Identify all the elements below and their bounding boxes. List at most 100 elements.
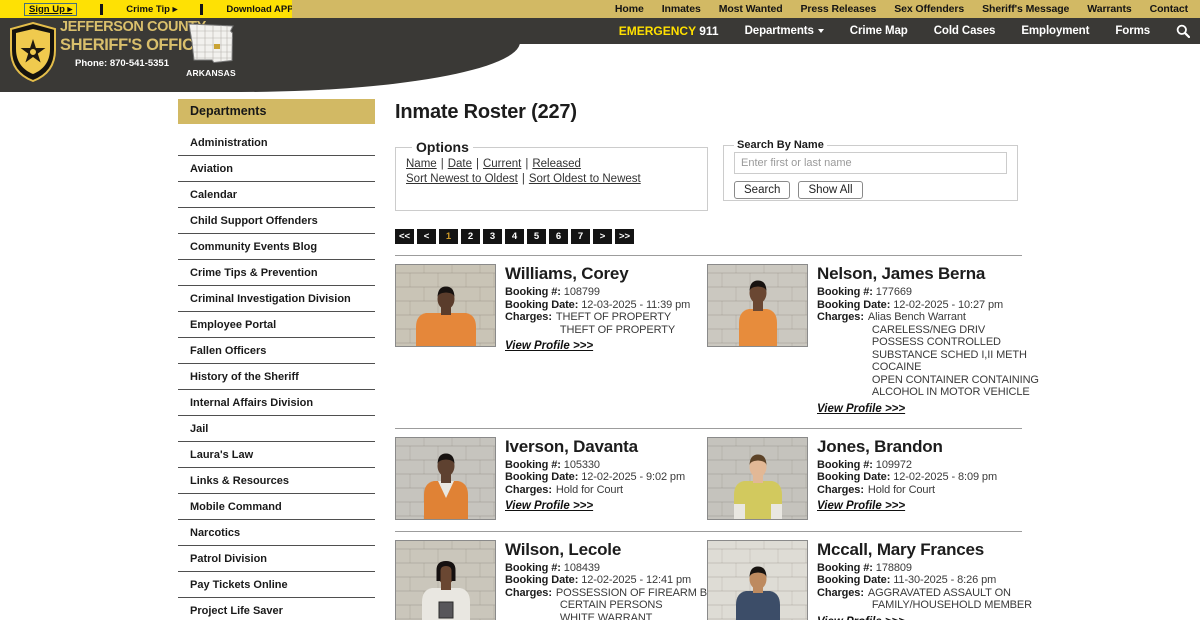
- topnav-most-wanted[interactable]: Most Wanted: [719, 3, 783, 15]
- sidebar-item-child-support-offenders[interactable]: Child Support Offenders: [178, 208, 375, 234]
- page-button-[interactable]: <: [417, 229, 436, 244]
- sidebar-item-jail[interactable]: Jail: [178, 416, 375, 442]
- page-button-1[interactable]: 1: [439, 229, 458, 244]
- sidebar-item-history-of-the-sheriff[interactable]: History of the Sheriff: [178, 364, 375, 390]
- view-profile-link[interactable]: View Profile >>>: [505, 340, 593, 352]
- sidebar-item-employee-portal[interactable]: Employee Portal: [178, 312, 375, 338]
- charge-item: CARELESS/NEG DRIV: [871, 323, 986, 336]
- sidebar-item-laura-s-law[interactable]: Laura's Law: [178, 442, 375, 468]
- inmate-card: Wilson, Lecole Booking #: 108439 Booking D…: [395, 539, 714, 620]
- view-profile-link[interactable]: View Profile >>>: [817, 403, 905, 415]
- booking-number-line: Booking #: 109972: [817, 458, 912, 471]
- nav-forms[interactable]: Forms: [1115, 25, 1150, 37]
- mugshot-image[interactable]: [707, 436, 808, 530]
- separator: |: [521, 173, 525, 185]
- search-icon[interactable]: [1176, 24, 1190, 38]
- booking-number-label: Booking #:: [505, 561, 561, 574]
- sidebar-items: Administration Aviation Calendar Child Supp…: [178, 130, 375, 620]
- option-link-released[interactable]: Released: [532, 158, 581, 170]
- sidebar-item-criminal-investigation-division[interactable]: Criminal Investigation Division: [178, 286, 375, 312]
- sign-up-link[interactable]: Sign Up ▸: [24, 2, 78, 16]
- separator: [100, 3, 104, 15]
- inmate-card: Iverson, Davanta Booking #: 105330 Booking…: [395, 436, 707, 530]
- option-link-current[interactable]: Current: [483, 158, 521, 170]
- mugshot-image[interactable]: [395, 436, 496, 530]
- topnav-sheriff-s-message[interactable]: Sheriff's Message: [982, 3, 1069, 15]
- booking-number-label: Booking #:: [505, 286, 561, 298]
- view-profile-link[interactable]: View Profile >>>: [817, 500, 905, 512]
- sidebar-item-patrol-division[interactable]: Patrol Division: [178, 546, 375, 572]
- nav-crime-map[interactable]: Crime Map: [850, 25, 908, 37]
- page-button-[interactable]: >: [593, 229, 612, 244]
- row-divider: [395, 530, 1022, 532]
- booking-date-label: Booking Date:: [817, 574, 891, 586]
- topnav-press-releases[interactable]: Press Releases: [801, 3, 877, 15]
- charges-line: Charges: Hold for Court: [505, 484, 685, 497]
- view-profile-link[interactable]: View Profile >>>: [817, 616, 905, 620]
- topnav-inmates[interactable]: Inmates: [662, 3, 701, 15]
- separator: |: [440, 158, 444, 170]
- search-input[interactable]: [734, 152, 1007, 174]
- sidebar-item-project-life-saver[interactable]: Project Life Saver: [178, 598, 375, 620]
- booking-date-line: Booking Date: 12-02-2025 - 10:27 pm: [817, 298, 1004, 311]
- page-button-3[interactable]: 3: [483, 229, 502, 244]
- topnav-home[interactable]: Home: [615, 3, 644, 15]
- chevron-down-icon: [817, 29, 824, 33]
- options-panel: Options Name | Date | Current | Released Sort …: [395, 139, 708, 211]
- page-button-[interactable]: <<: [395, 229, 414, 244]
- topnav-warrants[interactable]: Warrants: [1087, 3, 1131, 15]
- topnav-contact[interactable]: Contact: [1150, 3, 1188, 15]
- mugshot-image[interactable]: [707, 539, 808, 620]
- option-link-sort-newest-to-oldest[interactable]: Sort Newest to Oldest: [406, 173, 518, 185]
- mugshot-image[interactable]: [707, 264, 808, 357]
- nav-cold-cases[interactable]: Cold Cases: [934, 25, 996, 37]
- option-link-name[interactable]: Name: [406, 158, 437, 170]
- charge-item: ALCOHOL IN MOTOR VEHICLE: [871, 386, 1030, 398]
- separator: |: [475, 158, 479, 170]
- charges-line: Charges: Hold for Court: [817, 484, 997, 497]
- sidebar-item-crime-tips-prevention[interactable]: Crime Tips & Prevention: [178, 260, 375, 286]
- charge-item: POSSESS CONTROLLED: [871, 336, 1001, 348]
- top-nav: Home Inmates Most Wanted Press Releases Sex …: [292, 0, 1200, 18]
- page-button-2[interactable]: 2: [461, 229, 480, 244]
- sidebar-item-narcotics[interactable]: Narcotics: [178, 520, 375, 546]
- nav-departments[interactable]: Departments: [745, 25, 824, 37]
- booking-number-line: Booking #: 178809: [817, 561, 912, 574]
- inmate-name: Iverson, Davanta: [505, 436, 638, 456]
- booking-number-label: Booking #:: [817, 561, 873, 574]
- page-button-[interactable]: >>: [615, 229, 634, 244]
- charge-list: Hold for Court: [868, 484, 935, 497]
- sidebar-item-administration[interactable]: Administration: [178, 130, 375, 156]
- sidebar-item-fallen-officers[interactable]: Fallen Officers: [178, 338, 375, 364]
- booking-date-label: Booking Date:: [505, 574, 579, 586]
- sidebar-item-calendar[interactable]: Calendar: [178, 182, 375, 208]
- view-profile-link[interactable]: View Profile >>>: [505, 500, 593, 512]
- sidebar-item-community-events-blog[interactable]: Community Events Blog: [178, 234, 375, 260]
- show-all-button[interactable]: Show All: [798, 181, 863, 199]
- option-link-sort-oldest-to-newest[interactable]: Sort Oldest to Newest: [529, 173, 641, 185]
- page-button-7[interactable]: 7: [571, 229, 590, 244]
- mugshot-image[interactable]: [395, 264, 496, 357]
- charge-list: Alias Bench Warrant CARELESS/NEG DRIV POSS…: [868, 311, 1039, 399]
- page-button-6[interactable]: 6: [549, 229, 568, 244]
- inmate-name: Jones, Brandon: [817, 436, 943, 456]
- booking-date-line: Booking Date: 11-30-2025 - 8:26 pm: [817, 574, 997, 586]
- topnav-sex-offenders[interactable]: Sex Offenders: [894, 3, 964, 15]
- download-app-link[interactable]: Download APP ▸: [226, 4, 300, 15]
- page-button-4[interactable]: 4: [505, 229, 524, 244]
- mugshot-image[interactable]: [395, 539, 496, 620]
- charge-item: WHITE WARRANT: [559, 611, 653, 620]
- sidebar-item-internal-affairs-division[interactable]: Internal Affairs Division: [178, 390, 375, 416]
- sidebar-item-pay-tickets-online[interactable]: Pay Tickets Online: [178, 572, 375, 598]
- sidebar-item-links-resources[interactable]: Links & Resources: [178, 468, 375, 494]
- nav-employment[interactable]: Employment: [1021, 25, 1089, 37]
- charge-item: Hold for Court: [555, 483, 623, 496]
- sidebar-item-mobile-command[interactable]: Mobile Command: [178, 494, 375, 520]
- option-link-date[interactable]: Date: [448, 158, 472, 170]
- page-button-5[interactable]: 5: [527, 229, 546, 244]
- crime-tip-link[interactable]: Crime Tip ▸: [126, 4, 177, 15]
- sidebar-item-aviation[interactable]: Aviation: [178, 156, 375, 182]
- search-button[interactable]: Search: [734, 181, 791, 199]
- booking-number-line: Booking #: 108799: [505, 286, 600, 298]
- charge-list: Hold for Court: [556, 484, 623, 497]
